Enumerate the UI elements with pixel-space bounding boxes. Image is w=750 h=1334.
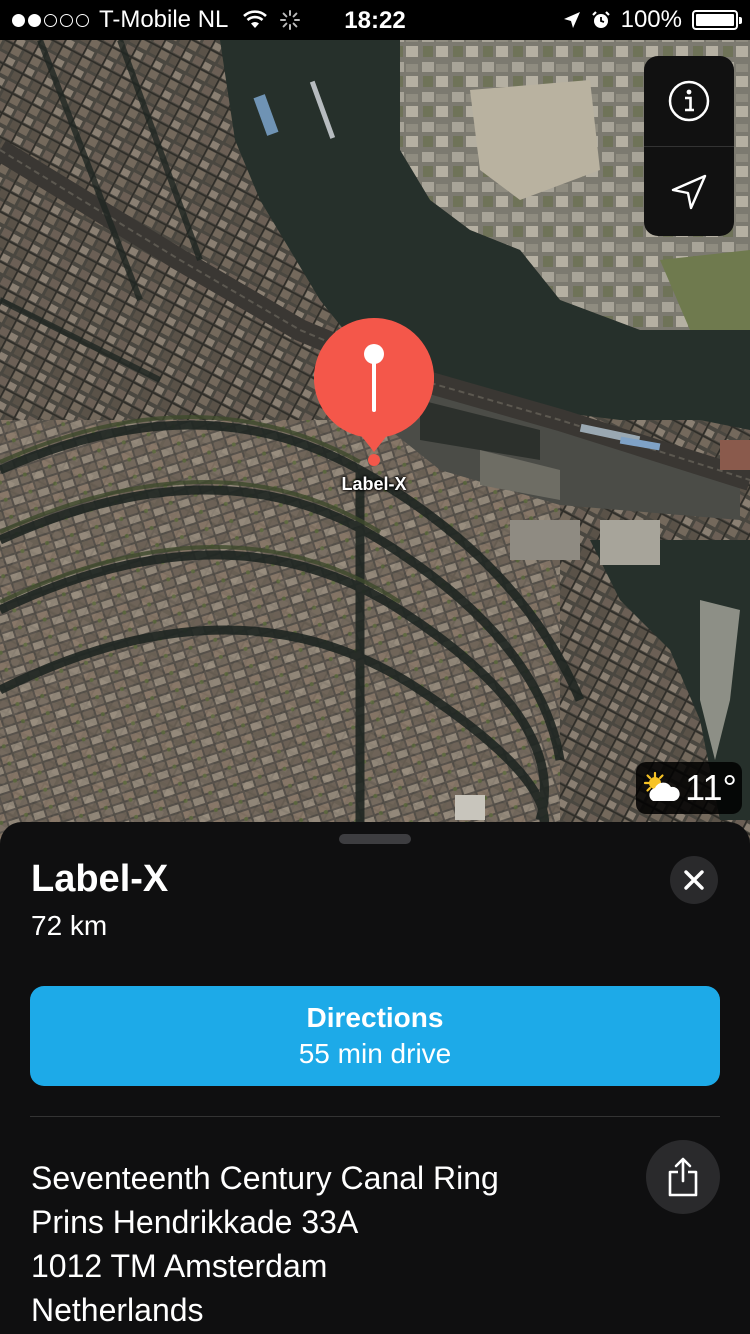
share-icon [667,1157,699,1197]
alarm-icon [591,10,611,30]
pin-label[interactable]: Label-X [300,474,448,495]
place-distance: 72 km [31,910,108,941]
directions-eta: 55 min drive [298,1038,452,1069]
battery-percentage: 100% [620,6,682,33]
location-pin[interactable] [313,317,435,466]
signal-strength-icon [12,13,89,27]
status-left: T-Mobile NL [12,0,301,40]
info-icon [667,79,711,123]
sheet-grabber[interactable] [339,834,411,844]
status-bar: T-Mobile NL 18:22 100% [0,0,750,40]
location-arrow-icon [669,172,709,212]
wifi-icon [242,10,268,30]
sheet-divider [30,1116,720,1117]
carrier-name: T-Mobile NL [99,6,229,33]
activity-spinner-icon [280,10,301,30]
share-button[interactable] [646,1140,720,1214]
address-line: 1012 TM Amsterdam [31,1248,328,1284]
weather-badge: 11° [636,762,742,814]
directions-label: Directions [306,1002,444,1033]
address-block: Seventeenth Century Canal Ring Prins Hen… [31,1156,499,1332]
close-icon [683,869,705,891]
address-line: Netherlands [31,1292,204,1328]
address-line: Seventeenth Century Canal Ring [31,1160,499,1196]
directions-button[interactable]: Directions 55 min drive [30,986,720,1086]
weather-temperature: 11° [685,767,737,808]
partly-cloudy-icon [641,771,681,805]
place-card: Label-X 72 km Directions 55 min drive Se… [0,822,750,1334]
info-button[interactable] [644,56,734,146]
location-arrow-icon [563,11,581,29]
place-title: Label-X [31,858,169,900]
current-location-button[interactable] [644,147,734,236]
close-button[interactable] [670,856,718,904]
map-controls [644,56,734,236]
battery-icon [692,10,742,30]
status-right: 100% [563,0,742,40]
address-line: Prins Hendrikkade 33A [31,1204,359,1240]
